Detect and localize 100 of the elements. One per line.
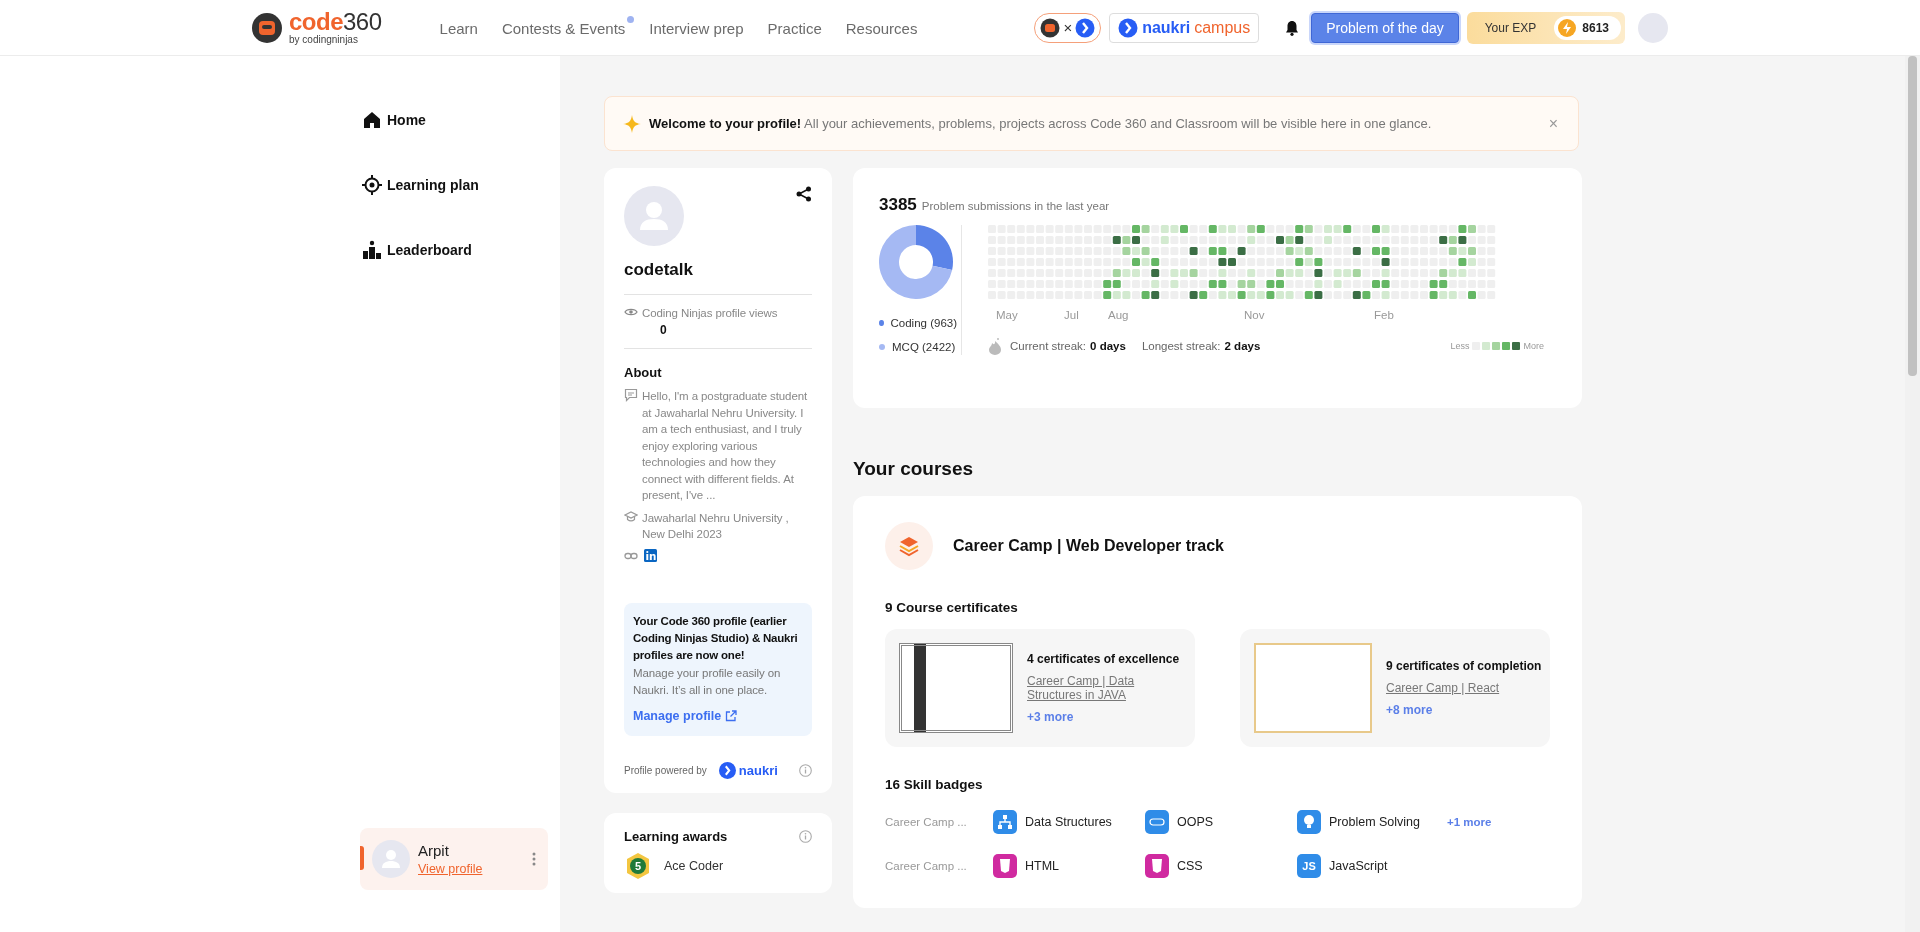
badge-icon	[1297, 810, 1321, 834]
bio-text: Hello, I'm a postgraduate student at Jawaharlal Nehru University. I am a tech enthusiast, and I truly enjoy exploring various technologies and how they connect with different fields. At present, I've ...	[642, 389, 809, 503]
more-link[interactable]: +1 more	[1447, 816, 1492, 828]
sparkle-icon	[623, 114, 641, 133]
nav-link[interactable]: Contests & Events	[501, 16, 635, 39]
month-label: Feb	[1374, 309, 1394, 321]
view-profile-link[interactable]: View profile	[418, 861, 483, 876]
scrollbar-thumb[interactable]	[1908, 56, 1917, 376]
skill-badge[interactable]: JS JavaScript	[1297, 854, 1449, 878]
manage-profile-link[interactable]: Manage profile	[633, 708, 738, 723]
certificate-link[interactable]: Career Camp | Data Structures in JAVA	[1027, 674, 1181, 702]
sidebar-item[interactable]: Learning plan	[360, 167, 548, 203]
views-label: Coding Ninjas profile views	[642, 307, 778, 319]
naukri-mark-icon	[718, 761, 736, 779]
award-badge: 5	[624, 851, 652, 880]
new-dot	[627, 16, 635, 23]
more-link[interactable]: +8 more	[1386, 703, 1542, 717]
scale-less-label: Less	[1450, 341, 1470, 351]
naukri-logo-icon	[1075, 17, 1096, 38]
avatar-icon[interactable]	[1638, 12, 1668, 43]
badges-heading: 16 Skill badges	[885, 777, 984, 792]
education-text: Jawaharlal Nehru University , New Delhi 2023	[642, 510, 790, 542]
badge-icon: JS	[1297, 854, 1321, 878]
course-name: Career Camp ...	[885, 860, 968, 872]
scale-more-label: More	[1523, 341, 1544, 351]
certificate-title: 9 certificates of completion	[1386, 659, 1542, 673]
badge-icon	[993, 854, 1017, 878]
naukri-logo-icon	[1118, 17, 1139, 38]
section-heading: Your courses	[853, 458, 975, 480]
close-button[interactable]: ×	[1548, 114, 1558, 133]
more-icon[interactable]	[532, 852, 536, 866]
badge-icon	[1145, 810, 1169, 834]
legend-label: Coding (963)	[890, 317, 957, 329]
nav-link[interactable]: Resources	[845, 16, 927, 39]
certificate-title: 4 certificates of excellence	[1027, 652, 1181, 666]
skill-badge[interactable]: Data Structures	[993, 810, 1145, 834]
about-heading: About	[624, 365, 663, 380]
active-indicator	[360, 846, 364, 870]
sidebar-item[interactable]: Leaderboard	[360, 232, 548, 268]
skill-badge[interactable]: OOPS	[1145, 810, 1297, 834]
award-name: Ace Coder	[664, 858, 724, 873]
legend-label: MCQ (2422)	[892, 341, 956, 353]
submission-caption: Problem submissions in the last year	[921, 200, 1110, 212]
streak-text: Current streak: 0 days	[1010, 340, 1126, 352]
podium-icon	[362, 240, 382, 260]
certificate-link[interactable]: Career Camp | React	[1386, 681, 1542, 695]
info-icon[interactable]	[799, 829, 812, 843]
badge-icon	[1145, 854, 1169, 878]
linkedin-icon[interactable]	[644, 548, 657, 562]
course-title: Career Camp | Web Developer track	[953, 537, 1224, 555]
views-count: 0	[659, 321, 668, 338]
skill-badge[interactable]: HTML	[993, 854, 1145, 878]
nav-link[interactable]: Interview prep	[649, 16, 753, 39]
course-name: Career Camp ...	[885, 816, 968, 828]
certificate-tile[interactable]: 4 certificates of excellence Career Camp | Data Structures in JAVA +3 more	[885, 629, 1195, 747]
target-icon	[362, 175, 382, 195]
username: codetalk	[624, 260, 694, 280]
share-icon[interactable]	[796, 186, 812, 202]
streak-text: Longest streak: 2 days	[1141, 340, 1261, 352]
logo-mark-icon	[251, 11, 283, 44]
month-label: Nov	[1244, 309, 1265, 321]
intensity-scale-drawing	[1472, 342, 1521, 350]
campus-badge[interactable]: naukri campus	[1109, 12, 1260, 43]
home-icon	[362, 110, 382, 130]
powered-by-text: Profile powered by	[624, 764, 707, 776]
chat-icon	[624, 388, 638, 402]
graduation-cap-icon	[624, 509, 638, 524]
month-label: May	[996, 309, 1018, 321]
certificate-tile[interactable]: 9 certificates of completion Career Camp | React +8 more	[1240, 629, 1550, 747]
skill-badge[interactable]: CSS	[1145, 854, 1297, 878]
problem-of-day-button[interactable]: Problem of the day	[1311, 12, 1459, 43]
logo-text: code360	[289, 10, 382, 34]
avatar-icon	[372, 840, 410, 878]
notice-text: Manage your profile easily on Naukri. It’s all in one place.	[633, 665, 782, 698]
more-link[interactable]: +3 more	[1027, 710, 1181, 724]
nav-link[interactable]: Practice	[767, 16, 831, 39]
lightning-icon	[1558, 18, 1577, 37]
logo-byline: by codingninjas	[289, 35, 359, 45]
month-label: Jul	[1064, 309, 1079, 321]
month-label: Aug	[1108, 309, 1129, 321]
bell-icon	[1285, 19, 1300, 36]
skill-badge[interactable]: Problem Solving	[1297, 810, 1449, 834]
sidebar-item[interactable]: Home	[360, 102, 548, 138]
code-logo-icon	[1040, 17, 1061, 38]
badge-icon	[993, 810, 1017, 834]
banner-text: Welcome to your profile! All your achievements, problems, projects across Code 360 and Classroom will be visible here in one glance.	[649, 116, 1433, 131]
user-name: Arpit	[418, 841, 450, 859]
exp-value: 8613	[1582, 20, 1609, 35]
external-link-icon	[725, 709, 738, 722]
flame-icon	[988, 337, 1002, 355]
scrollbar[interactable]	[1905, 56, 1920, 932]
nav-link[interactable]: Learn	[439, 16, 487, 39]
layers-icon	[898, 535, 920, 557]
exp-badge: Your EXP 8613	[1466, 11, 1625, 44]
naukri-logo: naukri	[718, 761, 778, 779]
submission-total: 3385	[879, 195, 917, 215]
avatar-icon	[624, 186, 684, 246]
certificates-heading: 9 Course certificates	[885, 600, 1019, 615]
info-icon[interactable]	[799, 763, 812, 777]
awards-heading: Learning awards	[624, 828, 728, 844]
